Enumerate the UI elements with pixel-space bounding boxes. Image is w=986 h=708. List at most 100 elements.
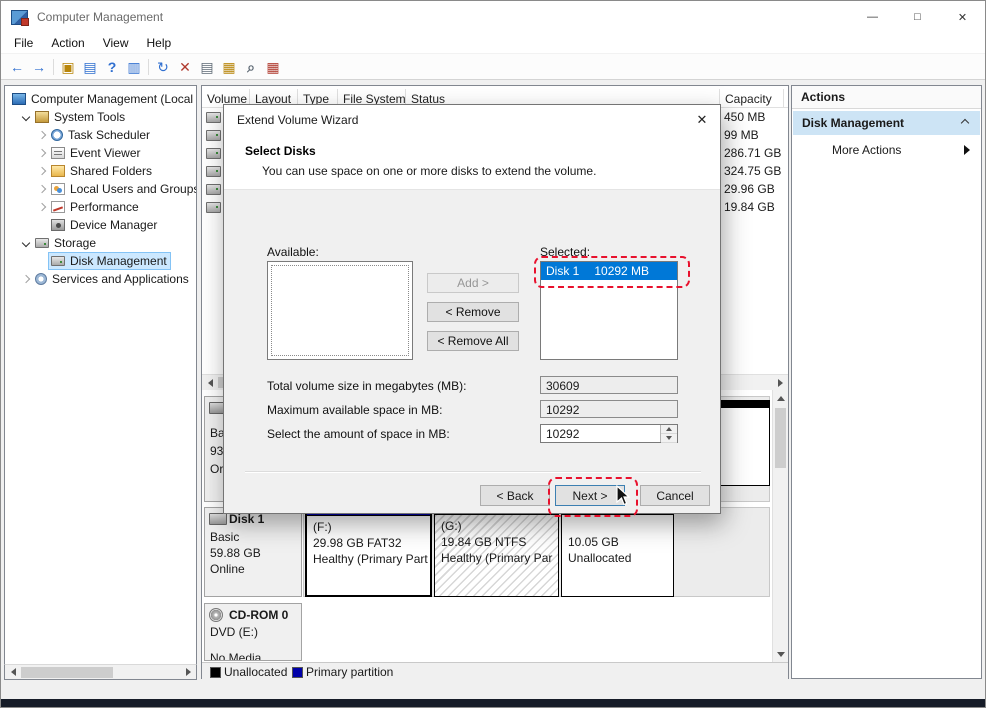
tree-item-disk-management[interactable]: Disk Management bbox=[5, 252, 196, 270]
tree-item-task-scheduler[interactable]: Task Scheduler bbox=[5, 126, 196, 144]
expander-icon[interactable] bbox=[35, 130, 49, 140]
dialog-close-icon[interactable]: ✕ bbox=[684, 105, 720, 135]
back-button[interactable]: < Back bbox=[480, 485, 550, 506]
tree-item-device-manager[interactable]: Device Manager bbox=[5, 216, 196, 234]
menu-help[interactable]: Help bbox=[138, 34, 181, 52]
column-capacity[interactable]: Capacity bbox=[720, 89, 784, 107]
tree-item-services-applications[interactable]: Services and Applications bbox=[5, 270, 196, 288]
remove-button[interactable]: < Remove bbox=[427, 302, 519, 322]
toolbar-separator bbox=[148, 58, 149, 75]
scroll-left-icon[interactable] bbox=[5, 665, 21, 679]
tree-item-event-viewer[interactable]: Event Viewer bbox=[5, 144, 196, 162]
console-tree-panel: Computer Management (Local System Tools … bbox=[4, 85, 197, 680]
expander-icon[interactable] bbox=[19, 112, 33, 122]
expander-icon[interactable] bbox=[35, 184, 49, 194]
scroll-left-icon[interactable] bbox=[202, 376, 218, 390]
selected-label: Selected: bbox=[540, 245, 591, 259]
next-button[interactable]: Next > bbox=[555, 485, 625, 506]
spinner bbox=[660, 425, 677, 443]
scrollbar-thumb[interactable] bbox=[21, 666, 113, 678]
maximize-button[interactable]: □ bbox=[895, 1, 940, 33]
volume-icon bbox=[206, 202, 221, 213]
task-scheduler-icon bbox=[51, 129, 63, 141]
tree-item-performance[interactable]: Performance bbox=[5, 198, 196, 216]
scroll-down-icon[interactable] bbox=[773, 646, 789, 662]
add-button[interactable]: Add > bbox=[427, 273, 519, 293]
available-label: Available: bbox=[267, 245, 319, 259]
expander-icon[interactable] bbox=[35, 148, 49, 158]
tree-item-shared-folders[interactable]: Shared Folders bbox=[5, 162, 196, 180]
services-icon bbox=[35, 273, 47, 285]
volume-icon bbox=[206, 166, 221, 177]
scroll-right-icon[interactable] bbox=[180, 665, 196, 679]
actions-title: Actions bbox=[792, 86, 981, 109]
storage-icon bbox=[35, 238, 49, 248]
cancel-button[interactable]: Cancel bbox=[640, 485, 710, 506]
console-tree-icon[interactable]: ▥ bbox=[123, 57, 145, 77]
actions-disk-management[interactable]: Disk Management bbox=[793, 111, 980, 135]
scroll-up-icon[interactable] bbox=[773, 390, 789, 406]
back-icon[interactable]: ← bbox=[6, 57, 28, 77]
selected-listbox[interactable]: Disk 1 10292 MB bbox=[540, 261, 678, 360]
selected-disk-item[interactable]: Disk 1 10292 MB bbox=[541, 262, 677, 280]
properties-icon[interactable]: ▤ bbox=[196, 57, 218, 77]
space-amount-input[interactable]: 10292 bbox=[540, 424, 678, 443]
tree-item-computer-management[interactable]: Computer Management (Local bbox=[5, 90, 196, 108]
minimize-button[interactable]: — bbox=[850, 1, 895, 33]
disk-management-icon bbox=[51, 256, 65, 266]
tree-item-system-tools[interactable]: System Tools bbox=[5, 108, 196, 126]
chevron-up-icon[interactable] bbox=[960, 118, 970, 128]
volume-icon bbox=[206, 148, 221, 159]
tree-horizontal-scrollbar[interactable] bbox=[4, 664, 197, 680]
expander-icon[interactable] bbox=[19, 274, 33, 284]
tree-item-storage[interactable]: Storage bbox=[5, 234, 196, 252]
export-icon[interactable]: ▣ bbox=[57, 57, 79, 77]
remove-all-button[interactable]: < Remove All bbox=[427, 331, 519, 351]
forward-icon[interactable]: → bbox=[28, 57, 50, 77]
title-bar: Computer Management — □ ✕ bbox=[1, 1, 985, 33]
spin-up-icon[interactable] bbox=[661, 425, 677, 434]
close-button[interactable]: ✕ bbox=[940, 1, 985, 33]
partition-unallocated[interactable]: 10.05 GB Unallocated bbox=[561, 507, 674, 597]
window-icon[interactable]: ▤ bbox=[79, 57, 101, 77]
actions-panel: Actions Disk Management More Actions bbox=[791, 85, 982, 679]
volume-icon bbox=[206, 184, 221, 195]
spin-down-icon[interactable] bbox=[661, 434, 677, 443]
tree-item-local-users-groups[interactable]: Local Users and Groups bbox=[5, 180, 196, 198]
max-space-label: Maximum available space in MB: bbox=[267, 403, 443, 417]
find-icon[interactable]: ⌕ bbox=[240, 57, 262, 77]
computer-management-icon bbox=[11, 9, 29, 26]
arrow-right-icon bbox=[964, 145, 970, 155]
expander-icon[interactable] bbox=[35, 166, 49, 176]
cdrom-label[interactable]: CD-ROM 0 DVD (E:) No Media bbox=[204, 603, 302, 661]
unallocated-swatch bbox=[210, 667, 221, 678]
cd-rom-icon bbox=[209, 608, 223, 622]
dialog-title: Extend Volume Wizard bbox=[237, 113, 359, 127]
menu-file[interactable]: File bbox=[5, 34, 42, 52]
disk1-label[interactable]: Disk 1 Basic 59.88 GB Online bbox=[204, 507, 302, 597]
expander-icon[interactable] bbox=[19, 238, 33, 248]
space-amount-label: Select the amount of space in MB: bbox=[267, 427, 450, 441]
menu-action[interactable]: Action bbox=[42, 34, 93, 52]
dialog-header: Select Disks You can use space on one or… bbox=[224, 135, 720, 190]
legend-label: Unallocated bbox=[224, 665, 288, 679]
users-icon bbox=[51, 183, 65, 195]
focus-marquee bbox=[271, 265, 409, 356]
total-size-value[interactable]: 30609 bbox=[540, 376, 678, 394]
scroll-right-icon[interactable] bbox=[772, 376, 788, 390]
partition-f[interactable]: (F:) 29.98 GB FAT32 Healthy (Primary Par… bbox=[305, 507, 432, 597]
snapin-icon[interactable]: ▦ bbox=[262, 57, 284, 77]
scrollbar-thumb[interactable] bbox=[775, 408, 786, 468]
legend-label: Primary partition bbox=[306, 665, 394, 679]
help-icon[interactable]: ? bbox=[101, 57, 123, 77]
refresh-icon[interactable]: ↻ bbox=[152, 57, 174, 77]
expander-icon[interactable] bbox=[35, 202, 49, 212]
max-space-value[interactable]: 10292 bbox=[540, 400, 678, 418]
actions-more-actions[interactable]: More Actions bbox=[793, 139, 980, 161]
menu-view[interactable]: View bbox=[94, 34, 138, 52]
open-icon[interactable]: ▦ bbox=[218, 57, 240, 77]
partition-g[interactable]: (G:) 19.84 GB NTFS Healthy (Primary Par bbox=[434, 507, 559, 597]
graphical-view-vertical-scrollbar[interactable] bbox=[772, 390, 788, 662]
available-listbox[interactable] bbox=[267, 261, 413, 360]
delete-icon[interactable]: ✕ bbox=[174, 57, 196, 77]
